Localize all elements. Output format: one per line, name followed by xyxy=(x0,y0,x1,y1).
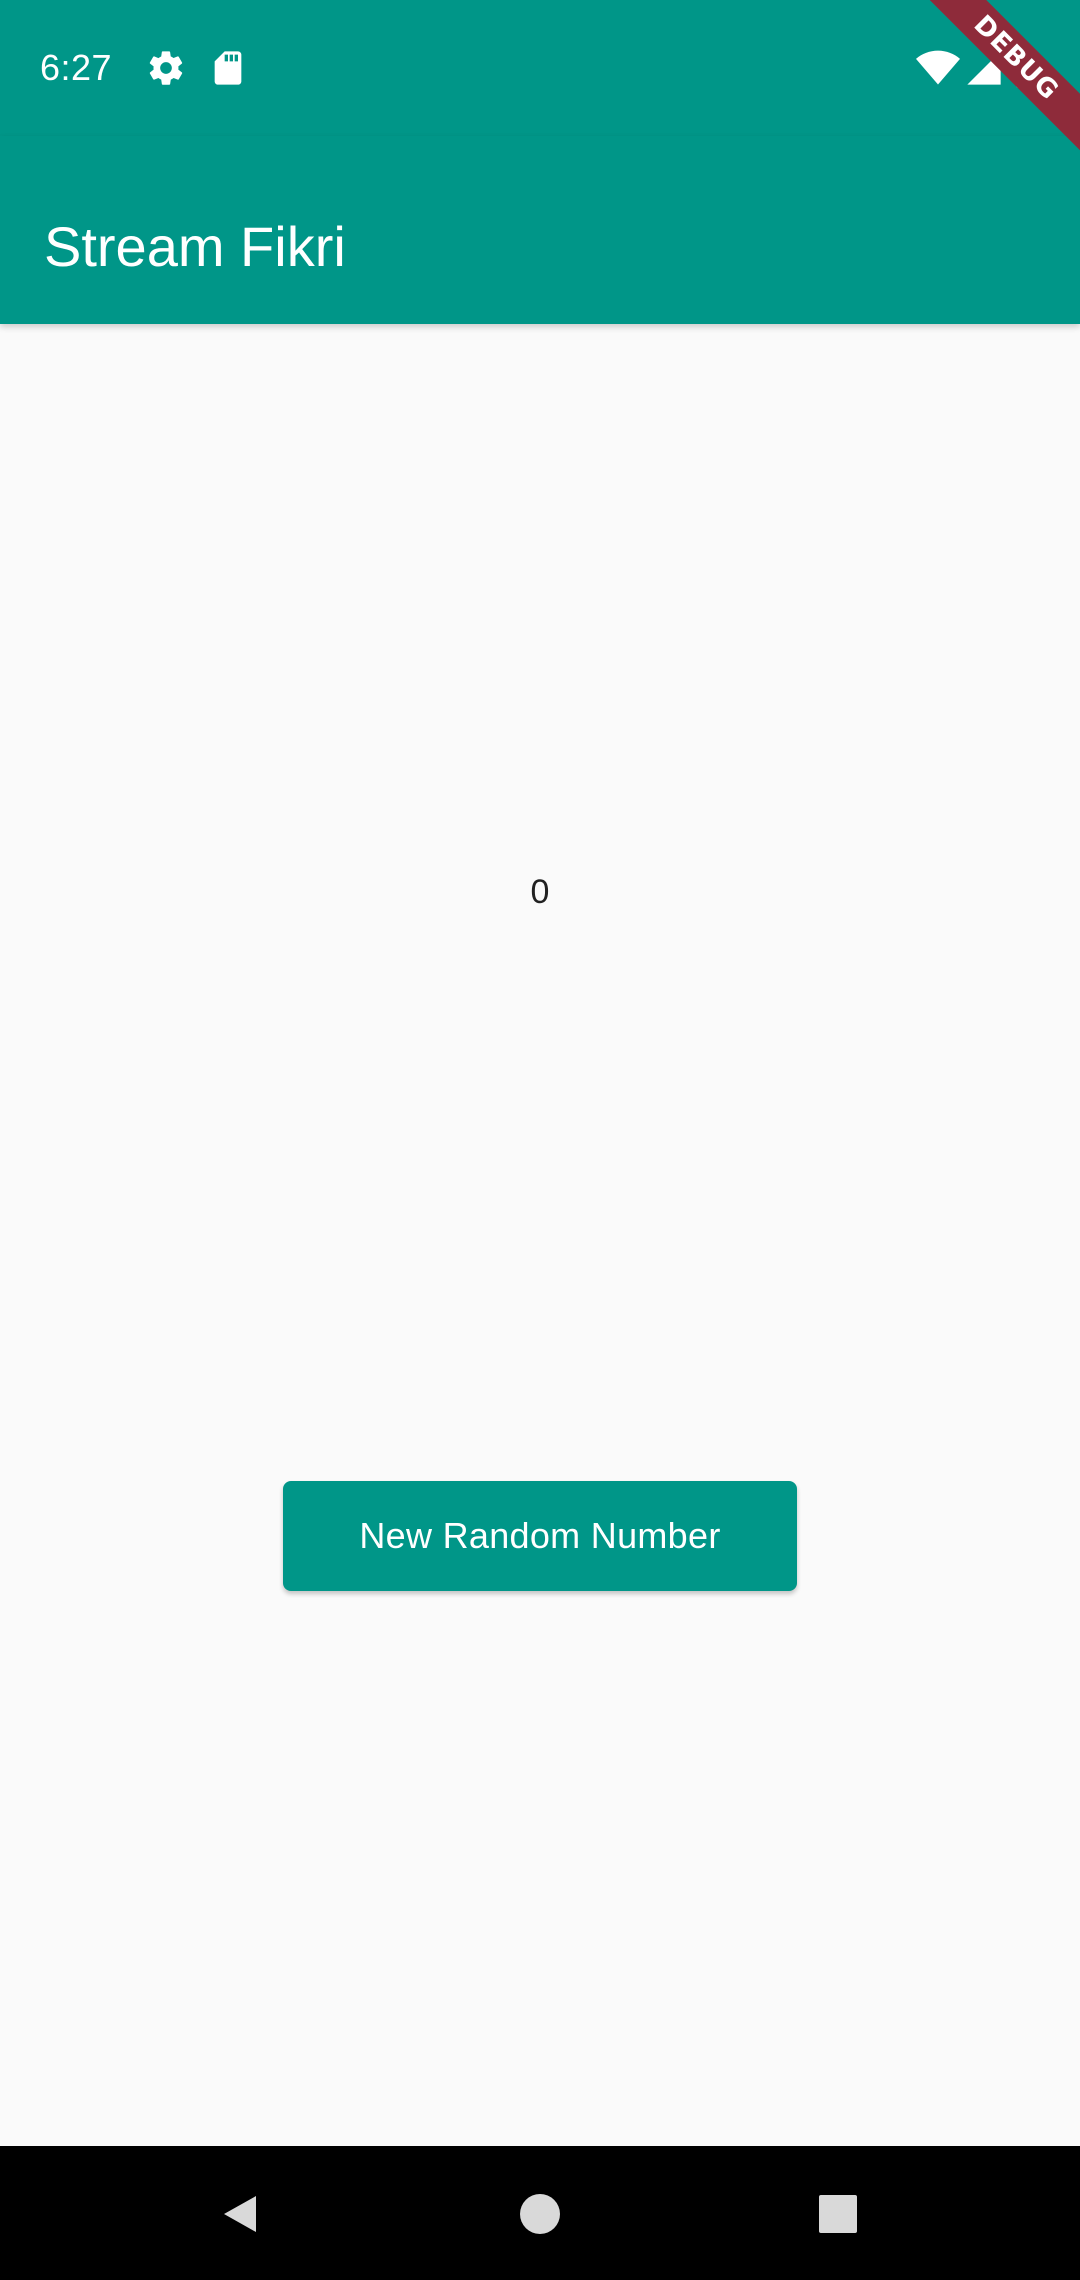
signal-icon xyxy=(967,51,1001,85)
random-number-text: 0 xyxy=(530,873,550,911)
recents-icon[interactable] xyxy=(810,2186,866,2242)
sdcard-icon xyxy=(214,51,242,85)
gear-icon xyxy=(149,51,183,85)
app-screen: 6:27 Stream Fikri DEBUG 0 New Random Num… xyxy=(0,0,1080,2280)
navigation-bar xyxy=(0,2146,1080,2280)
status-bar: 6:27 xyxy=(0,0,1080,136)
wifi-icon xyxy=(916,50,960,85)
app-bar: Stream Fikri xyxy=(0,136,1080,324)
status-time: 6:27 xyxy=(40,47,113,88)
back-icon[interactable] xyxy=(212,2186,268,2242)
main-content: 0 New Random Number xyxy=(0,324,1080,2146)
new-random-number-button[interactable]: New Random Number xyxy=(283,1481,797,1591)
battery-icon xyxy=(1016,48,1038,88)
app-title: Stream Fikri xyxy=(44,215,346,278)
home-icon[interactable] xyxy=(512,2186,568,2242)
